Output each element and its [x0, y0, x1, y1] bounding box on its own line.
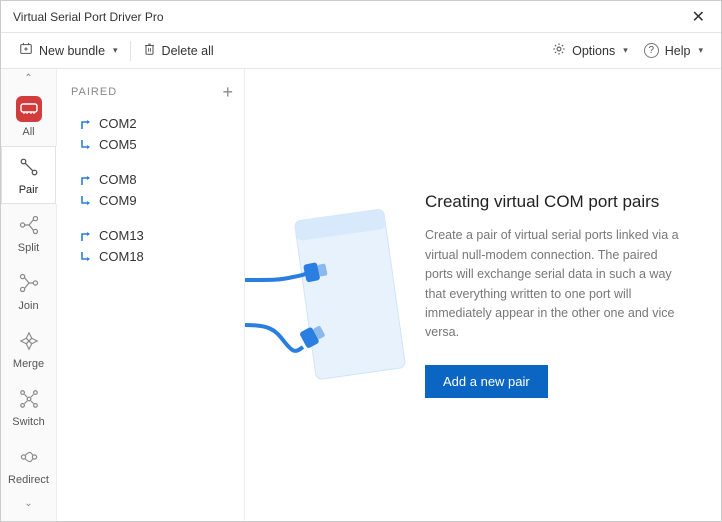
sidebar-item-split[interactable]: Split — [1, 204, 56, 262]
gear-icon — [552, 42, 566, 59]
sidebar-item-label: Pair — [19, 184, 39, 196]
port-connector-icon — [79, 195, 93, 207]
redirect-icon — [16, 444, 42, 470]
port-panel-title: PAIRED — [71, 86, 222, 98]
port-group: COM13 COM18 — [57, 221, 244, 277]
sidebar-item-merge[interactable]: Merge — [1, 320, 56, 378]
port-name: COM18 — [99, 249, 144, 264]
sidebar-item-label: Join — [18, 300, 38, 312]
port-name: COM2 — [99, 116, 137, 131]
port-connector-icon — [79, 251, 93, 263]
pair-illustration — [245, 185, 415, 405]
port-name: COM5 — [99, 137, 137, 152]
port-panel: PAIRED + COM2 COM5 COM8 COM9 — [57, 69, 245, 521]
port-connector-icon — [79, 139, 93, 151]
options-button[interactable]: Options ▾ — [544, 38, 636, 63]
add-pair-icon[interactable]: + — [222, 85, 234, 99]
join-icon — [16, 270, 42, 296]
sidebar-item-redirect[interactable]: Redirect — [1, 436, 56, 494]
scroll-down-icon[interactable]: ⌄ — [1, 494, 56, 513]
new-bundle-label: New bundle — [39, 44, 105, 58]
add-new-pair-button[interactable]: Add a new pair — [425, 365, 548, 398]
port-item[interactable]: COM8 — [75, 169, 244, 190]
sidebar: ⌃ All Pair Split Join — [1, 69, 57, 521]
port-connector-icon — [79, 230, 93, 242]
merge-icon — [16, 328, 42, 354]
main-description: Create a pair of virtual serial ports li… — [425, 226, 683, 342]
port-name: COM8 — [99, 172, 137, 187]
port-item[interactable]: COM5 — [75, 134, 244, 155]
port-item[interactable]: COM2 — [75, 113, 244, 134]
window-title: Virtual Serial Port Driver Pro — [13, 10, 686, 24]
sidebar-item-label: Switch — [12, 416, 44, 428]
split-icon — [16, 212, 42, 238]
port-name: COM9 — [99, 193, 137, 208]
sidebar-item-label: Redirect — [8, 474, 49, 486]
sidebar-item-label: All — [22, 126, 34, 138]
sidebar-item-all[interactable]: All — [1, 88, 56, 146]
toolbar: New bundle ▾ Delete all Options ▾ ? Help… — [1, 33, 721, 69]
toolbar-separator — [130, 41, 131, 61]
port-connector-icon — [79, 118, 93, 130]
delete-all-button[interactable]: Delete all — [135, 38, 222, 63]
sidebar-item-switch[interactable]: Switch — [1, 378, 56, 436]
port-connector-icon — [79, 174, 93, 186]
main-content: Creating virtual COM port pairs Create a… — [245, 69, 721, 521]
sidebar-item-join[interactable]: Join — [1, 262, 56, 320]
scroll-up-icon[interactable]: ⌃ — [1, 69, 56, 88]
all-icon — [16, 96, 42, 122]
options-label: Options — [572, 44, 615, 58]
port-item[interactable]: COM18 — [75, 246, 244, 267]
port-group: COM8 COM9 — [57, 165, 244, 221]
help-label: Help — [665, 44, 691, 58]
sidebar-item-label: Merge — [13, 358, 44, 370]
port-panel-header: PAIRED + — [57, 79, 244, 109]
switch-icon — [16, 386, 42, 412]
port-group: COM2 COM5 — [57, 109, 244, 165]
chevron-down-icon: ▾ — [113, 45, 118, 56]
pair-icon — [16, 154, 42, 180]
chevron-down-icon: ▾ — [698, 45, 703, 56]
chevron-down-icon: ▾ — [623, 45, 628, 56]
port-item[interactable]: COM13 — [75, 225, 244, 246]
sidebar-item-pair[interactable]: Pair — [1, 146, 56, 204]
sidebar-item-label: Split — [18, 242, 39, 254]
delete-all-label: Delete all — [162, 44, 214, 58]
new-bundle-button[interactable]: New bundle ▾ — [11, 38, 126, 63]
main-heading: Creating virtual COM port pairs — [425, 192, 683, 212]
help-icon: ? — [644, 43, 659, 58]
port-item[interactable]: COM9 — [75, 190, 244, 211]
help-button[interactable]: ? Help ▾ — [636, 39, 711, 62]
port-name: COM13 — [99, 228, 144, 243]
title-bar: Virtual Serial Port Driver Pro ✕ — [1, 1, 721, 33]
bundle-icon — [19, 42, 33, 59]
trash-icon — [143, 42, 156, 59]
close-icon[interactable]: ✕ — [686, 7, 711, 27]
